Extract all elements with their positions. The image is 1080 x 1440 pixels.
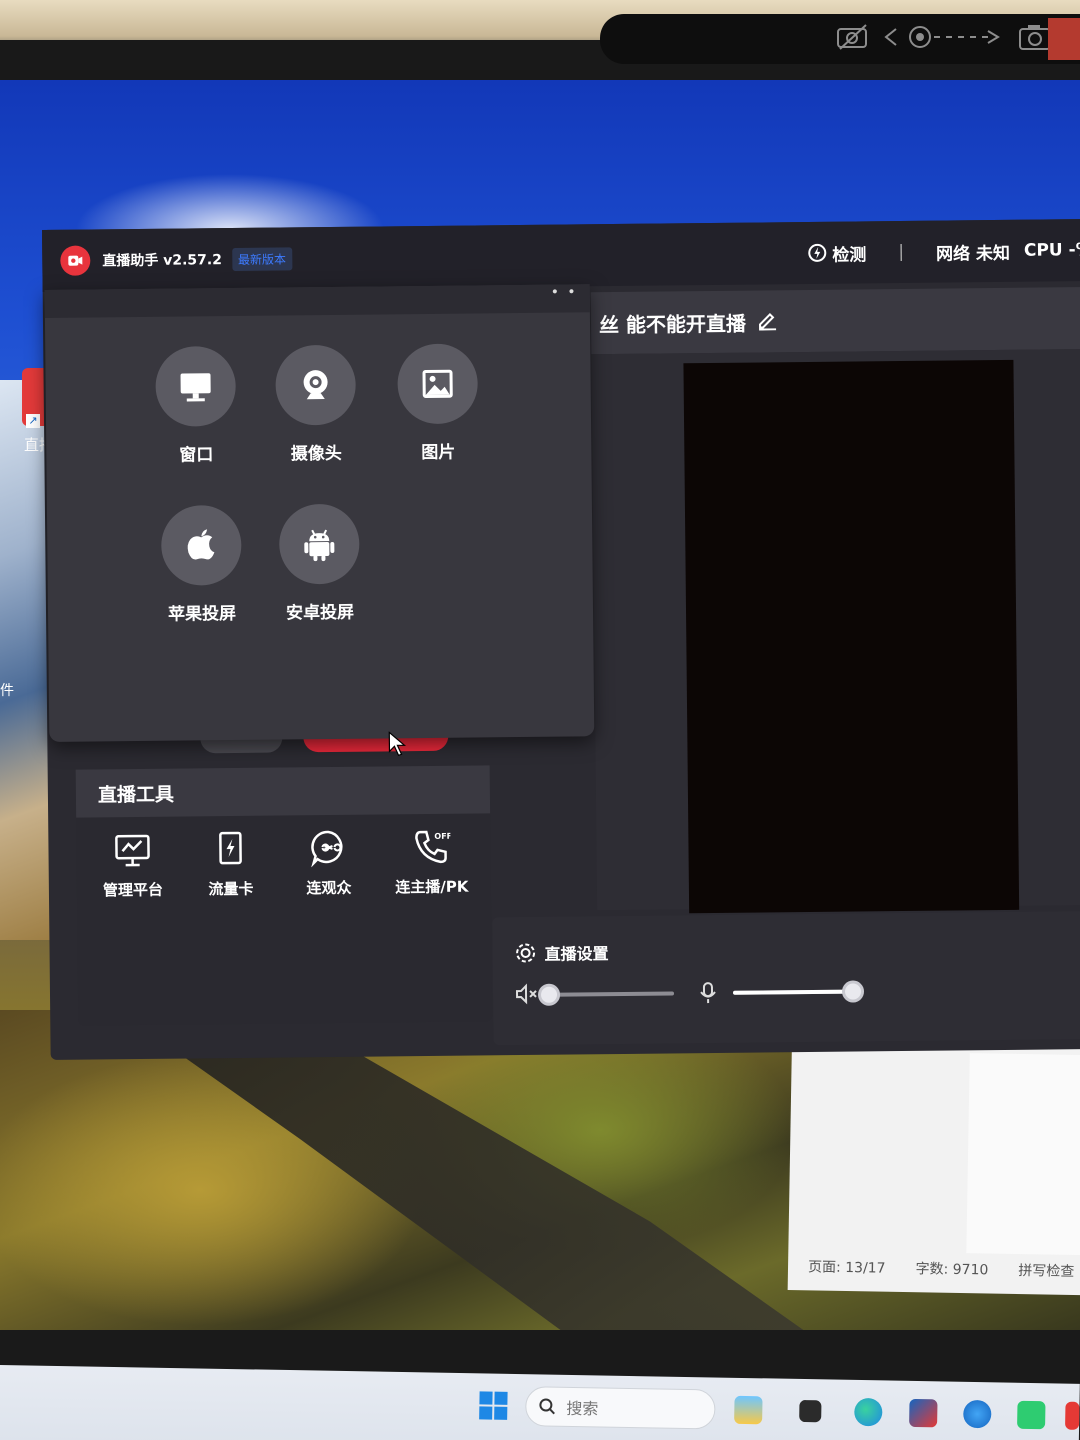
webcam-icon — [275, 344, 357, 426]
app-green-icon[interactable] — [1017, 1400, 1046, 1430]
android-icon — [278, 503, 360, 585]
apple-icon — [160, 504, 242, 586]
source-window[interactable]: 窗口 — [140, 345, 251, 466]
source-label: 图片 — [421, 442, 456, 464]
flash-card-icon — [219, 831, 242, 865]
title-bar: 直播助手 v2.57.2 最新版本 检测 | 网络 未知 CPU -% — [42, 218, 1080, 292]
webcam-indicator — [1048, 18, 1080, 60]
document-window[interactable]: 页面: 13/17 字数: 9710 拼写检查 — [787, 1040, 1080, 1296]
more-icon[interactable]: • • — [551, 284, 578, 300]
live-tools-panel: 直播工具 管理平台 流量卡 连观众 OFF 连主播/PK — [75, 765, 493, 1026]
ai-browser-icon[interactable] — [963, 1399, 992, 1429]
camera-off-icon — [836, 23, 870, 58]
app-logo-icon — [60, 245, 91, 276]
phone-off-icon: OFF — [415, 830, 451, 864]
search-icon — [539, 1398, 555, 1415]
word-count: 字数: 9710 — [915, 1261, 989, 1279]
live-settings-button[interactable]: 直播设置 — [514, 940, 609, 965]
tool-management-platform[interactable]: 管理平台 — [82, 831, 183, 901]
live-assistant-window: 直播助手 v2.57.2 最新版本 检测 | 网络 未知 CPU -% 丝 能不… — [42, 218, 1080, 1060]
tool-traffic-card[interactable]: 流量卡 — [180, 830, 281, 900]
gear-icon — [516, 943, 536, 963]
edit-icon[interactable] — [756, 308, 778, 335]
task-view-icon[interactable] — [799, 1399, 822, 1423]
detect-label: 检测 — [832, 244, 867, 266]
source-camera[interactable]: 摄像头 — [260, 344, 371, 465]
tool-label: 连主播/PK — [395, 877, 469, 897]
link-chat-icon — [311, 830, 343, 868]
stream-title-bar: 丝 能不能开直播 — [590, 286, 1080, 355]
source-image[interactable]: 图片 — [382, 343, 493, 463]
svg-text:OFF: OFF — [434, 832, 450, 841]
version-badge[interactable]: 最新版本 — [231, 246, 293, 271]
page-count: 页面: 13/17 — [807, 1259, 886, 1277]
preview-area — [591, 348, 1080, 914]
microphone-volume-fill — [733, 989, 854, 995]
store-icon[interactable] — [909, 1398, 938, 1428]
source-apple-mirror[interactable]: 苹果投屏 — [146, 504, 257, 625]
popup-header-strip: • • — [44, 284, 590, 318]
shortcut-arrow-icon: ↗ — [26, 414, 40, 428]
source-android-mirror[interactable]: 安卓投屏 — [264, 503, 375, 624]
divider: | — [898, 241, 905, 263]
cpu-status: CPU -% — [1023, 239, 1080, 261]
slider-indicator-icon — [884, 23, 1004, 58]
source-label: 窗口 — [179, 445, 214, 466]
tool-label: 连观众 — [306, 878, 352, 898]
dashboard-icon — [115, 834, 150, 867]
speaker-muted-icon[interactable] — [515, 983, 539, 1010]
app-red-icon[interactable] — [1065, 1401, 1080, 1430]
lightning-icon — [808, 243, 827, 262]
desktop-left-label: 件 — [0, 683, 14, 699]
microphone-volume-knob[interactable] — [841, 980, 865, 1003]
source-label: 苹果投屏 — [167, 603, 237, 625]
microphone-icon[interactable] — [699, 981, 717, 1010]
edge-browser-icon[interactable] — [854, 1397, 883, 1427]
network-status: 网络 未知 — [935, 243, 1011, 265]
tool-connect-audience[interactable]: 连观众 — [278, 829, 379, 899]
speaker-volume-knob[interactable] — [537, 983, 561, 1006]
camera-icon — [1018, 23, 1052, 58]
document-status-bar: 页面: 13/17 字数: 9710 拼写检查 — [808, 1256, 1075, 1281]
preview-canvas[interactable] — [683, 359, 1020, 914]
monitor-icon — [155, 345, 237, 427]
tool-connect-host-pk[interactable]: OFF 连主播/PK — [376, 827, 487, 897]
app-name: 直播助手 v2.57.2 — [102, 252, 223, 270]
source-label: 安卓投屏 — [285, 602, 355, 624]
tool-label: 管理平台 — [102, 880, 164, 900]
live-tools-header: 直播工具 — [75, 765, 491, 818]
tool-label: 流量卡 — [208, 879, 254, 899]
webcam-controls — [836, 22, 1052, 58]
status-area: 检测 | 网络 未知 CPU -% — [807, 219, 1080, 284]
source-label: 摄像头 — [290, 443, 342, 465]
speaker-volume-slider[interactable] — [537, 983, 675, 1006]
search-placeholder: 搜索 — [566, 1398, 599, 1419]
live-settings-label: 直播设置 — [544, 944, 609, 964]
stream-title: 丝 能不能开直播 — [598, 311, 747, 337]
image-icon — [397, 343, 479, 425]
windows-start-icon[interactable] — [479, 1391, 508, 1420]
microphone-volume-slider[interactable] — [733, 980, 865, 1003]
document-page — [966, 1053, 1080, 1256]
spell-check[interactable]: 拼写检查 — [1018, 1260, 1074, 1281]
taskbar-search[interactable]: 搜索 — [525, 1386, 716, 1430]
live-settings-panel: 直播设置 — [492, 910, 1080, 1046]
add-source-popup: • • 窗口 摄像头 图片 苹果投屏 安卓投屏 — [44, 284, 595, 742]
detect-button[interactable]: 检测 — [807, 240, 866, 266]
widgets-icon[interactable] — [734, 1395, 763, 1425]
mouse-cursor-icon — [388, 731, 407, 757]
